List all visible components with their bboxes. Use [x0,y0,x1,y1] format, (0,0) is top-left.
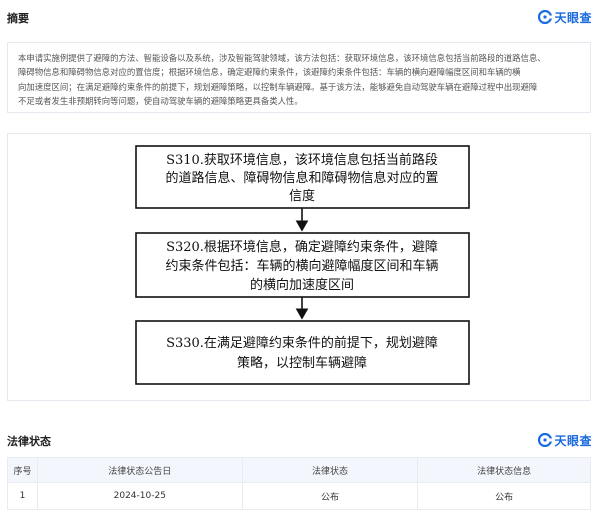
table-header-row: 序号 法律状态公告日 法律状态 法律状态信息 [7,457,591,483]
step-s320-line-1: S320.根据环境信息，确定避障约束条件，避障 [166,239,438,255]
legal-status-table: 序号 法律状态公告日 法律状态 法律状态信息 1 2024-10-25 公布 公… [7,457,591,510]
step-box-s330 [135,320,470,385]
step-s310-line-2: 的道路信息、障碍物信息和障碍物信息对应的置 [165,170,438,186]
abstract-line: 障碍物信息和障碍物信息对应的置信度；根据环境信息，确定避障约束条件，该避障约束条… [18,67,521,78]
brand-logo[interactable]: 天眼查 [538,432,592,448]
brand-name: 天眼查 [554,10,592,25]
tianyancha-logo-icon [538,433,553,447]
step-s320-line-2: 约束条件包括：车辆的横向避障幅度区间和车辆 [165,258,438,274]
cell-index: 1 [7,482,38,510]
abstract-line: 本申请实施例提供了避障的方法、智能设备以及系统，涉及智能驾驶领域，该方法包括：获… [18,53,546,63]
legal-status-header: 法律状态 天眼查 [0,429,600,451]
brand-name: 天眼查 [554,433,592,448]
abstract-header: 摘要 天眼查 [0,6,600,28]
abstract-figure: S310.获取环境信息，该环境信息包括当前路段 的道路信息、障碍物信息和障碍物信… [7,133,591,401]
step-s310-line-3: 信度 [289,188,315,204]
abstract-title: 摘要 [7,12,29,25]
abstract-line: 向加速度区间；在满足避障约束条件的前提下，规划避障策略，以控制车辆避障。基于该方… [18,81,538,92]
abstract-panel: 本申请实施例提供了避障的方法、智能设备以及系统，涉及智能驾驶领域，该方法包括：获… [7,42,591,113]
legal-status-title: 法律状态 [7,435,51,448]
table-row: 1 2024-10-25 公布 公布 [7,482,591,510]
abstract-line: 不足或者发生非预期转向等问题，使自动驾驶车辆的避障策略更具备类人性。 [18,95,303,106]
flowchart: S310.获取环境信息，该环境信息包括当前路段 的道路信息、障碍物信息和障碍物信… [135,145,470,385]
cell-status: 公布 [241,482,419,510]
brand-logo[interactable]: 天眼查 [538,9,592,25]
cell-status-info: 公布 [417,482,591,510]
step-s310-line-1: S310.获取环境信息，该环境信息包括当前路段 [166,152,438,168]
tianyancha-logo-icon [538,10,553,24]
column-header-index: 序号 [7,457,38,483]
abstract-text: 本申请实施例提供了避障的方法、智能设备以及系统，涉及智能驾驶领域，该方法包括：获… [18,51,583,108]
cell-date: 2024-10-25 [36,482,243,510]
step-s330-line-2: 策略，以控制车辆避障 [237,355,367,371]
step-s320-line-3: 的横向加速度区间 [250,277,354,293]
column-header-date: 法律状态公告日 [36,457,243,483]
step-s330-line-1: S330.在满足避障约束条件的前提下，规划避障 [166,335,438,351]
column-header-status-info: 法律状态信息 [417,457,591,483]
column-header-status: 法律状态 [241,457,419,483]
